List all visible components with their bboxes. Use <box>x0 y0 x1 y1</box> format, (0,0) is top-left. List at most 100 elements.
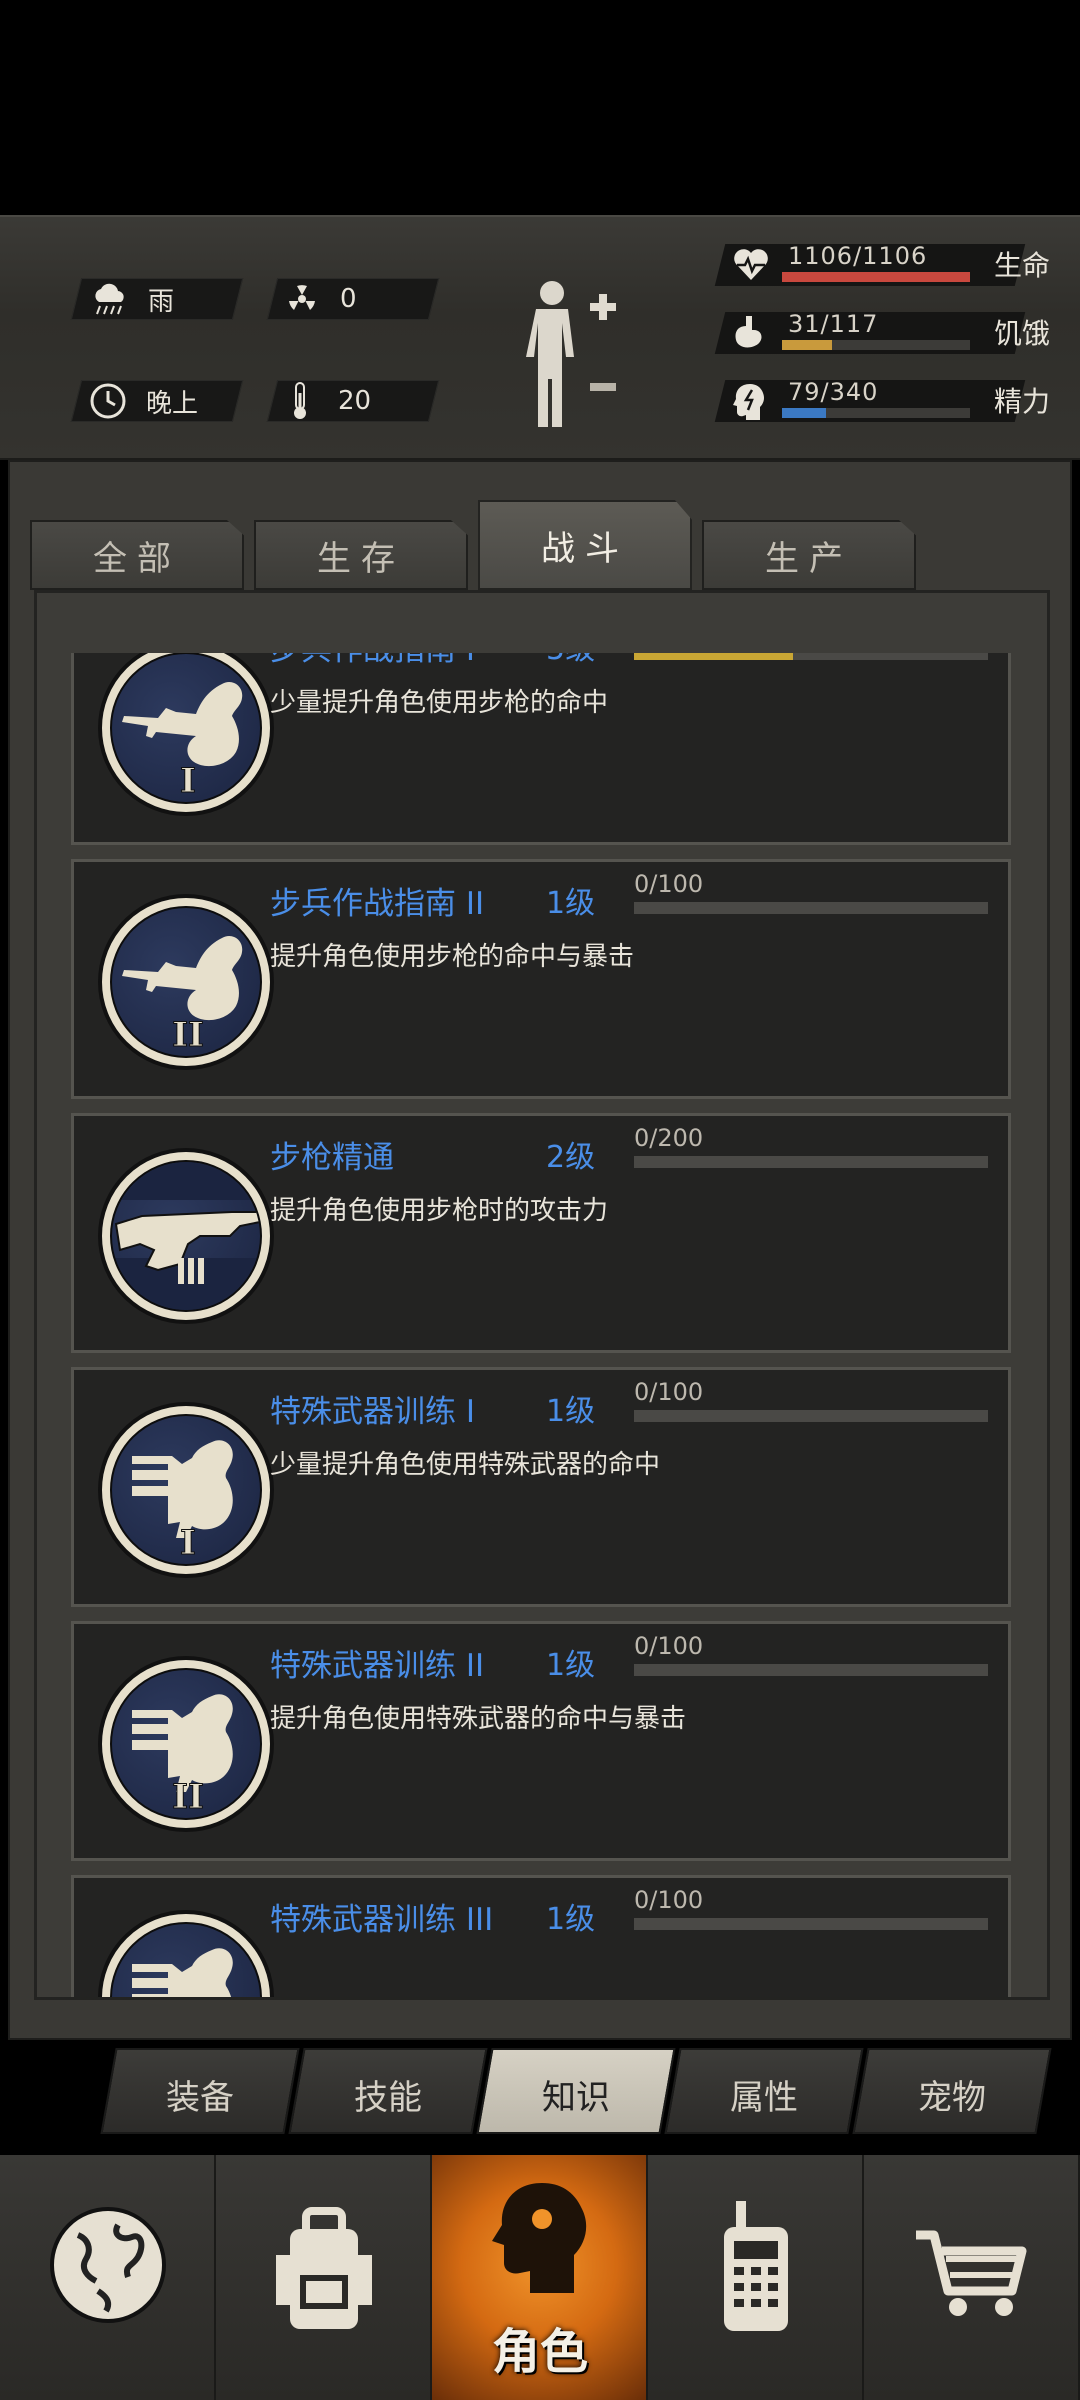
skill-card[interactable]: I 特殊武器训练 I 1级 0/100 少量提升角色使用特殊武器的命中 <box>71 1367 1011 1607</box>
subtab-pets[interactable]: 宠物 <box>860 2070 1044 2119</box>
skill-level: 1级 <box>546 1394 596 1429</box>
subtab-knowledge[interactable]: 知识 <box>484 2070 668 2119</box>
skill-level: 5级 <box>546 653 595 668</box>
skill-progress-text: 0/100 <box>634 1378 704 1406</box>
character-subtabs: 装备 技能 知识 属性 宠物 <box>100 2048 1064 2134</box>
stat-row-health: 1106/1106 生命 <box>714 240 1060 290</box>
skill-level: 1级 <box>546 1648 596 1683</box>
radiation-value: 0 <box>340 284 357 314</box>
subtab-equipment[interactable]: 装备 <box>108 2070 292 2119</box>
skill-progress-bar <box>634 902 988 914</box>
skill-badge: I <box>98 1402 274 1578</box>
skill-title: 步枪精通 <box>270 1140 394 1176</box>
skill-list[interactable]: I步兵作战指南 I5级900/2000少量提升角色使用步枪的命中II步兵作战指南… <box>34 590 1050 2000</box>
svg-text:I: I <box>180 761 196 801</box>
hunger-value: 31/117 <box>788 310 879 338</box>
rifle-icon <box>110 1160 262 1312</box>
backpack-icon <box>264 2195 384 2335</box>
skill-progress-bar <box>634 1410 988 1422</box>
nav-radio[interactable] <box>648 2155 864 2400</box>
skill-title: 特殊武器训练 II <box>270 1648 485 1684</box>
minigun-icon: III <box>110 1922 262 1997</box>
energy-value: 79/340 <box>788 378 879 406</box>
energy-bar <box>782 408 970 418</box>
subtab-attributes[interactable]: 属性 <box>672 2070 856 2119</box>
skill-progress-bar <box>634 1664 988 1676</box>
tab-combat[interactable]: 战斗 <box>478 500 692 590</box>
svg-text:II: II <box>172 1015 204 1055</box>
time-label: 晚上 <box>146 388 199 419</box>
character-head-icon <box>480 2175 600 2315</box>
minigun-icon: II <box>110 1668 262 1820</box>
health-label: 生命 <box>994 249 1051 282</box>
skill-description: 提升角色使用步枪的命中与暴击 <box>270 942 635 972</box>
tab-production[interactable]: 生产 <box>702 520 916 590</box>
skill-badge: I <box>98 653 274 816</box>
nav-backpack[interactable] <box>216 2155 432 2400</box>
skill-badge: II <box>98 894 274 1070</box>
skill-progress-bar <box>634 1918 988 1930</box>
subtab-skills[interactable]: 技能 <box>296 2070 480 2119</box>
temperature-indicator: 20 <box>280 380 371 422</box>
skill-card[interactable]: II 特殊武器训练 II 1级 0/100 提升角色使用特殊武器的命中与暴击 <box>71 1621 1011 1861</box>
skill-badge <box>98 1148 274 1324</box>
weather-indicator: 雨 <box>90 278 174 320</box>
skill-progress-text: 0/100 <box>634 870 704 898</box>
skill-progress-text: 0/100 <box>634 1886 704 1914</box>
health-bar <box>782 272 970 282</box>
human-figure-icon <box>526 281 616 427</box>
skill-description: 少量提升角色使用步枪的命中 <box>270 688 609 718</box>
nav-character[interactable]: 角色 <box>432 2155 648 2400</box>
hunger-bar <box>782 340 970 350</box>
bottom-nav: 角色 <box>0 2155 1080 2400</box>
skill-card[interactable]: 步枪精通 2级 0/200 提升角色使用步枪时的攻击力 <box>71 1113 1011 1353</box>
nav-shop[interactable] <box>864 2155 1080 2400</box>
clock-icon <box>88 381 128 421</box>
svg-text:II: II <box>172 1777 204 1817</box>
hunger-label: 饥饿 <box>994 317 1051 350</box>
temperature-value: 20 <box>338 386 372 416</box>
skill-title: 特殊武器训练 III <box>270 1902 494 1938</box>
rifleman-icon: II <box>110 906 262 1058</box>
skill-progress-text: 0/200 <box>634 1124 704 1152</box>
radiation-icon <box>282 279 322 319</box>
rain-cloud-icon <box>90 279 130 319</box>
minigun-icon: I <box>110 1414 262 1566</box>
rifleman-icon: I <box>110 653 262 804</box>
energy-head-icon <box>732 382 770 420</box>
stomach-icon <box>732 314 770 352</box>
globe-icon <box>48 2195 168 2335</box>
skill-level: 1级 <box>546 886 596 921</box>
skill-description: 提升角色使用步枪时的攻击力 <box>270 1196 609 1226</box>
skill-badge: II <box>98 1656 274 1832</box>
skill-badge: III <box>98 1910 274 1997</box>
skill-card[interactable]: III特殊武器训练 III 1级 0/100 <box>71 1875 1011 1997</box>
skill-card[interactable]: II 步兵作战指南 II 1级 0/100 提升角色使用步枪的命中与暴击 <box>71 859 1011 1099</box>
skill-card[interactable]: I步兵作战指南 I5级900/2000少量提升角色使用步枪的命中 <box>71 653 1011 845</box>
skill-title: 步兵作战指南 I <box>270 653 475 669</box>
body-status-figure[interactable] <box>520 275 630 435</box>
stat-row-hunger: 31/117 饥饿 <box>714 308 1060 358</box>
skill-level: 1级 <box>546 1902 596 1937</box>
energy-label: 精力 <box>994 385 1051 418</box>
skill-title: 步兵作战指南 II <box>270 886 485 922</box>
tab-all[interactable]: 全部 <box>30 520 244 590</box>
skill-progress-text: 0/100 <box>634 1632 704 1660</box>
radiation-indicator: 0 <box>282 278 357 320</box>
cart-icon <box>912 2195 1032 2335</box>
nav-character-label: 角色 <box>491 2324 588 2380</box>
skill-list-viewport: I步兵作战指南 I5级900/2000少量提升角色使用步枪的命中II步兵作战指南… <box>37 653 1047 1997</box>
health-value: 1106/1106 <box>788 242 928 270</box>
skill-description: 提升角色使用特殊武器的命中与暴击 <box>270 1704 687 1734</box>
stat-row-energy: 79/340 精力 <box>714 376 1060 426</box>
skill-title: 特殊武器训练 I <box>270 1394 475 1430</box>
weather-label: 雨 <box>148 286 175 317</box>
skill-progress-bar <box>634 653 988 660</box>
thermometer-icon <box>280 381 320 421</box>
nav-map[interactable] <box>0 2155 216 2400</box>
tab-survival[interactable]: 生存 <box>254 520 468 590</box>
skill-progress-bar <box>634 1156 988 1168</box>
skill-description: 少量提升角色使用特殊武器的命中 <box>270 1450 661 1480</box>
category-tabs: 全部 生存 战斗 生产 <box>30 500 1050 590</box>
skill-level: 2级 <box>546 1140 596 1175</box>
